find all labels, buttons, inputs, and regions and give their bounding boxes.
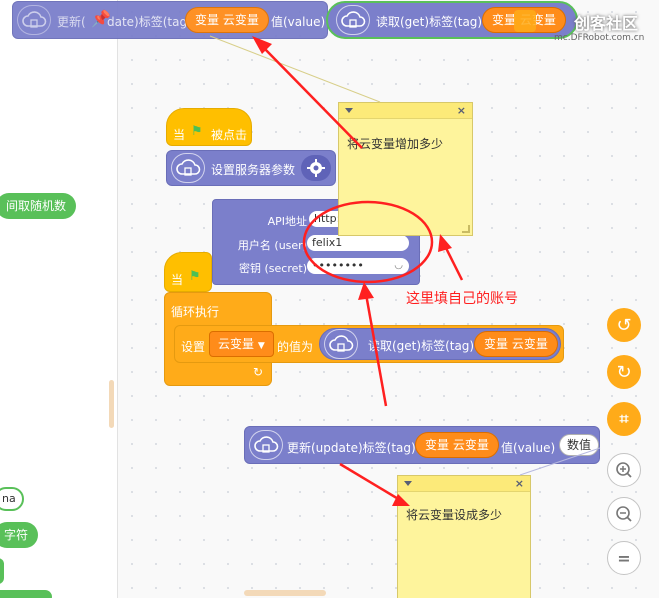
zoom-out-button[interactable] [607,497,641,531]
zoom-in-button[interactable] [607,453,641,487]
annotation-label: 这里填自己的账号 [406,291,518,307]
undo-icon: ↺ [616,314,632,336]
zoom-out-icon [616,506,632,522]
undo-button[interactable]: ↺ [607,308,641,342]
equals-icon: = [617,548,631,568]
horizontal-scrollbar[interactable] [244,590,326,596]
redo-button[interactable]: ↻ [607,355,641,389]
redo-icon: ↻ [616,361,632,383]
annotation-overlay [209,35,601,506]
crop-icon: ⌗ [619,409,629,428]
zoom-in-icon [616,462,632,478]
zoom-reset-button[interactable]: = [607,541,641,575]
crop-button[interactable]: ⌗ [607,402,641,436]
